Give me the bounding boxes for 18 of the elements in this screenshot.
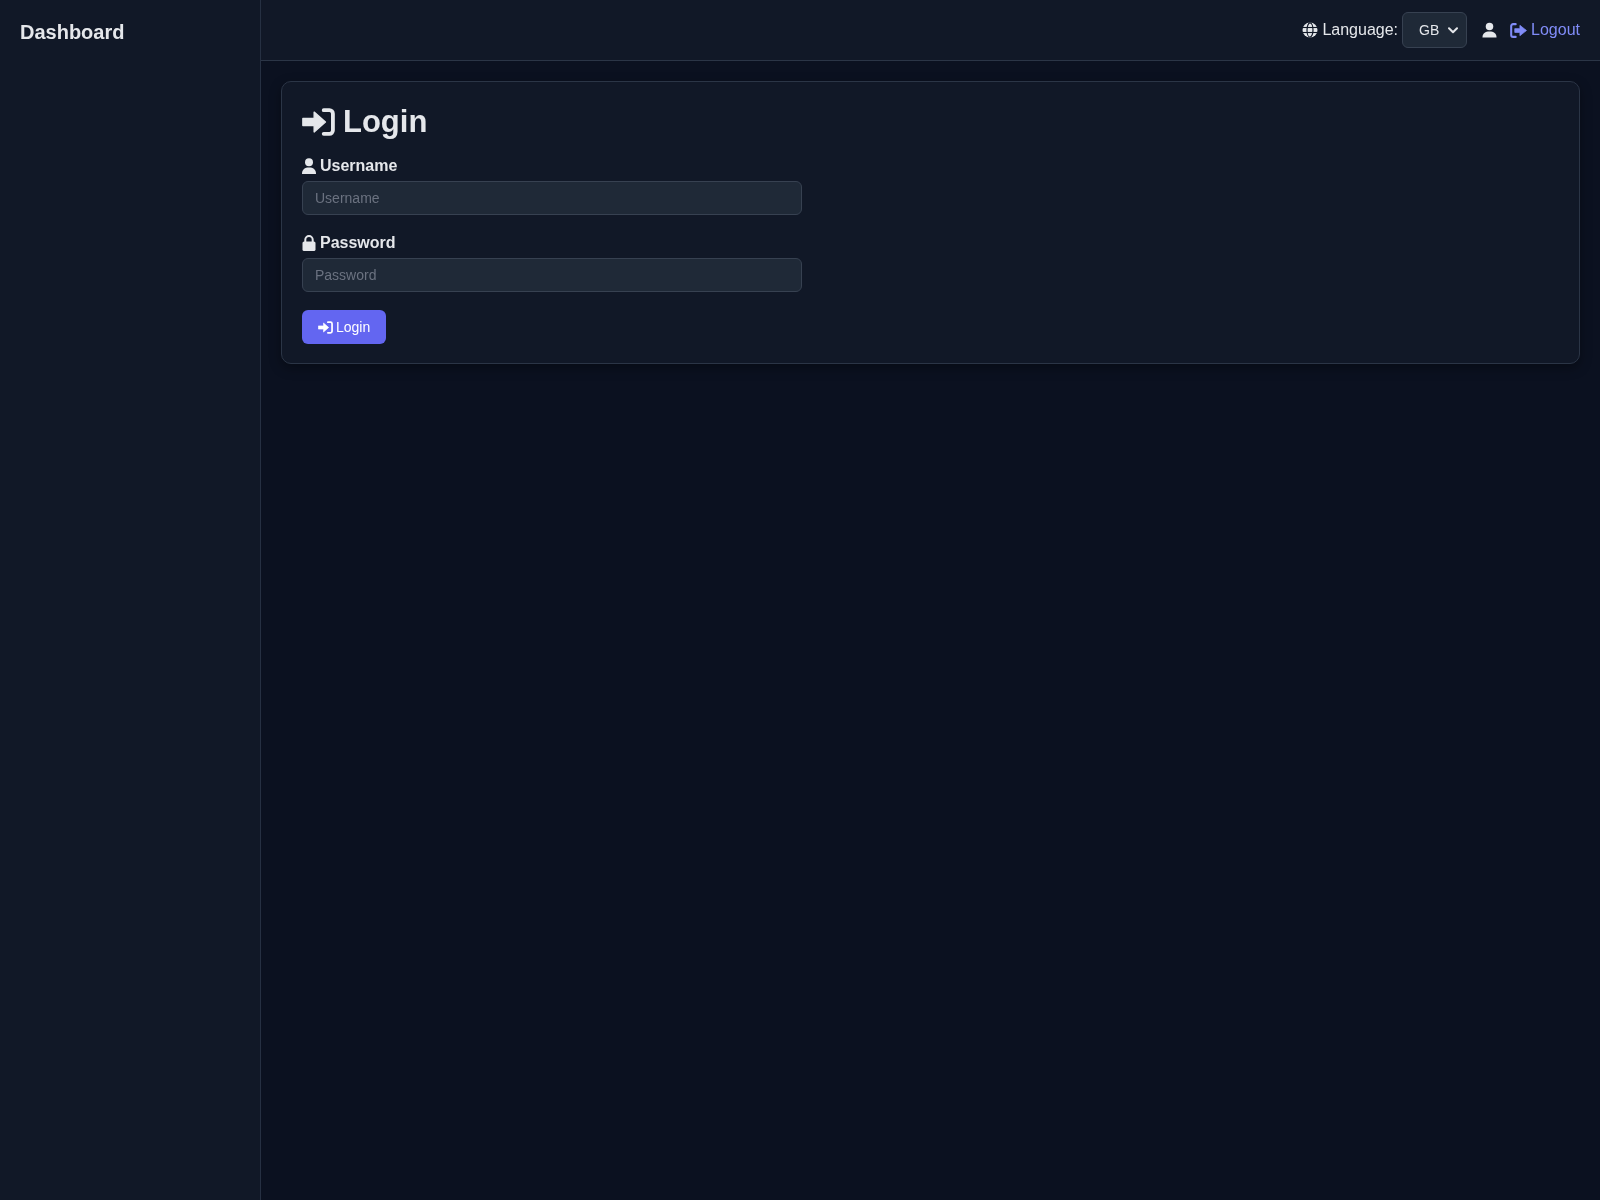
language-label: Language:: [1322, 21, 1399, 39]
field-label: Username: [320, 156, 398, 176]
logout-icon: [1510, 22, 1528, 38]
login-arrow-icon: [318, 320, 333, 334]
globe-icon: [1302, 22, 1319, 38]
login-title: Login: [343, 103, 428, 141]
chevron-down-icon: [1448, 26, 1459, 34]
language-select[interactable]: GB: [1402, 12, 1468, 48]
password-field[interactable]: Password: [302, 258, 802, 292]
user-icon[interactable]: [1482, 22, 1498, 38]
lock-icon: [302, 235, 316, 251]
sidebar-title: Dashboard: [20, 20, 126, 44]
username-field[interactable]: Username: [302, 181, 802, 215]
logout-link[interactable]: Logout: [1510, 21, 1580, 39]
login-arrow-icon: [302, 108, 335, 136]
field-label: Password: [320, 233, 396, 253]
user-icon: [302, 158, 316, 174]
login-button[interactable]: Login: [302, 310, 387, 344]
